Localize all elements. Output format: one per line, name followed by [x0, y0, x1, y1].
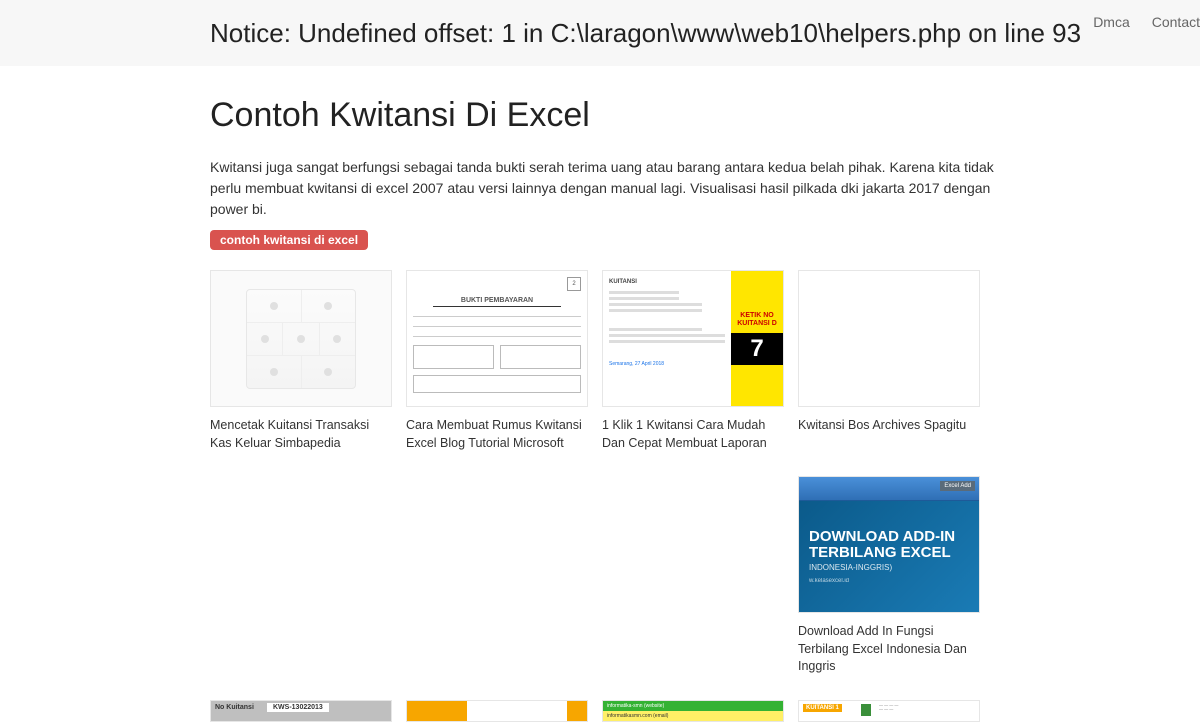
- nav-dmca[interactable]: Dmca: [1093, 14, 1130, 30]
- result-card[interactable]: KUITANSI Semarang, 27 April 2018 KETIK N…: [602, 270, 784, 452]
- php-notice: Notice: Undefined offset: 1 in C:\larago…: [210, 18, 1081, 49]
- main-container: Contoh Kwitansi Di Excel Kwitansi juga s…: [210, 66, 1000, 722]
- result-card[interactable]: Excel Add DOWNLOAD ADD-IN TERBILANG EXCE…: [798, 476, 980, 676]
- nav-contact[interactable]: Contact: [1152, 14, 1200, 30]
- result-caption: 1 Klik 1 Kwitansi Cara Mudah Dan Cepat M…: [602, 417, 784, 452]
- thumbnail-image: [798, 270, 980, 407]
- thumbnail-image: KUITANSI 1 — — — —— — —: [798, 700, 980, 722]
- thumbnail-image: [406, 700, 588, 722]
- top-nav: Dmca Contact: [1093, 14, 1200, 30]
- result-caption: Kwitansi Bos Archives Spagitu: [798, 417, 980, 435]
- thumbnail-image: [210, 270, 392, 407]
- keyword-tag[interactable]: contoh kwitansi di excel: [210, 230, 368, 250]
- result-card[interactable]: [406, 700, 588, 722]
- result-card[interactable]: No Kuitansi KWS-13022013: [210, 700, 392, 722]
- thumbnail-image: KUITANSI Semarang, 27 April 2018 KETIK N…: [602, 270, 784, 407]
- result-card[interactable]: KUITANSI 1 — — — —— — —: [798, 700, 980, 722]
- result-caption: Download Add In Fungsi Terbilang Excel I…: [798, 623, 980, 676]
- topbar: Notice: Undefined offset: 1 in C:\larago…: [0, 0, 1200, 66]
- result-card[interactable]: 2 BUKTI PEMBAYARAN Cara Membuat Rumus Kw…: [406, 270, 588, 452]
- intro-text: Kwitansi juga sangat berfungsi sebagai t…: [210, 157, 1000, 220]
- result-card[interactable]: Kwitansi Bos Archives Spagitu: [798, 270, 980, 452]
- thumbnail-image: informatika-smn (website) informatikasmn…: [602, 700, 784, 722]
- page-title: Contoh Kwitansi Di Excel: [210, 96, 1000, 135]
- result-card[interactable]: informatika-smn (website) informatikasmn…: [602, 700, 784, 722]
- thumbnail-image: Excel Add DOWNLOAD ADD-IN TERBILANG EXCE…: [798, 476, 980, 613]
- thumbnail-image: 2 BUKTI PEMBAYARAN: [406, 270, 588, 407]
- results-grid: Mencetak Kuitansi Transaksi Kas Keluar S…: [210, 270, 1000, 722]
- result-caption: Mencetak Kuitansi Transaksi Kas Keluar S…: [210, 417, 392, 452]
- thumbnail-image: No Kuitansi KWS-13022013: [210, 700, 392, 722]
- result-card[interactable]: Mencetak Kuitansi Transaksi Kas Keluar S…: [210, 270, 392, 452]
- result-caption: Cara Membuat Rumus Kwitansi Excel Blog T…: [406, 417, 588, 452]
